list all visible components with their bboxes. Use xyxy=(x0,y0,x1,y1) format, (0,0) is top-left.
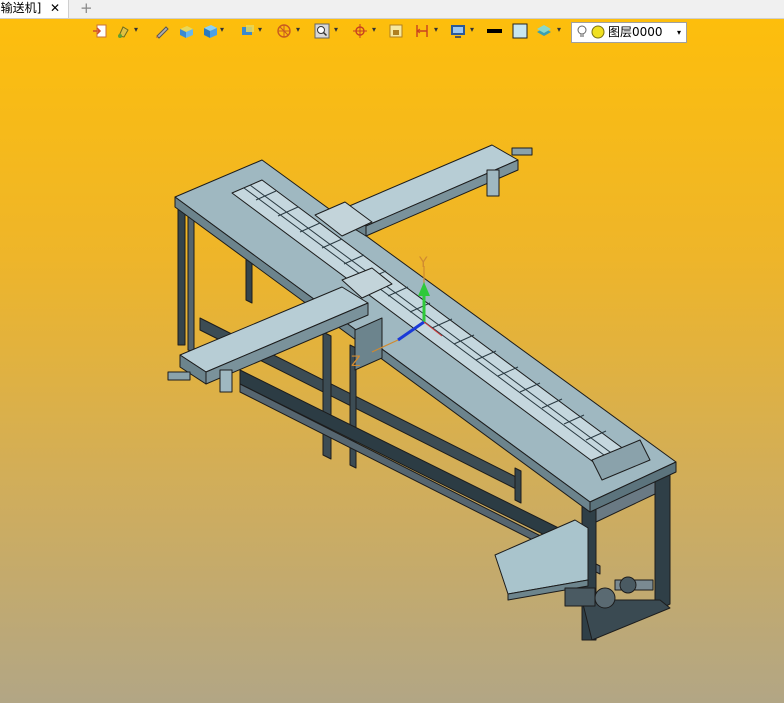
3d-viewport[interactable]: ▾ ▾ ▾ ▾ ▾ ▾ ▾ ▾ ▾ 图层0000 ▾ Y Z xyxy=(0,19,784,703)
conveyor-model[interactable]: Y Z xyxy=(0,19,784,703)
add-tab-icon[interactable]: + xyxy=(80,0,93,17)
tab-bar: [输送机] ✕ + xyxy=(0,0,784,19)
axis-y-label: Y xyxy=(418,255,428,271)
document-tab[interactable]: [输送机] ✕ xyxy=(0,0,69,18)
tab-title: [输送机] xyxy=(0,1,42,15)
axis-z-label: Z xyxy=(351,354,361,370)
close-icon[interactable]: ✕ xyxy=(50,0,60,17)
